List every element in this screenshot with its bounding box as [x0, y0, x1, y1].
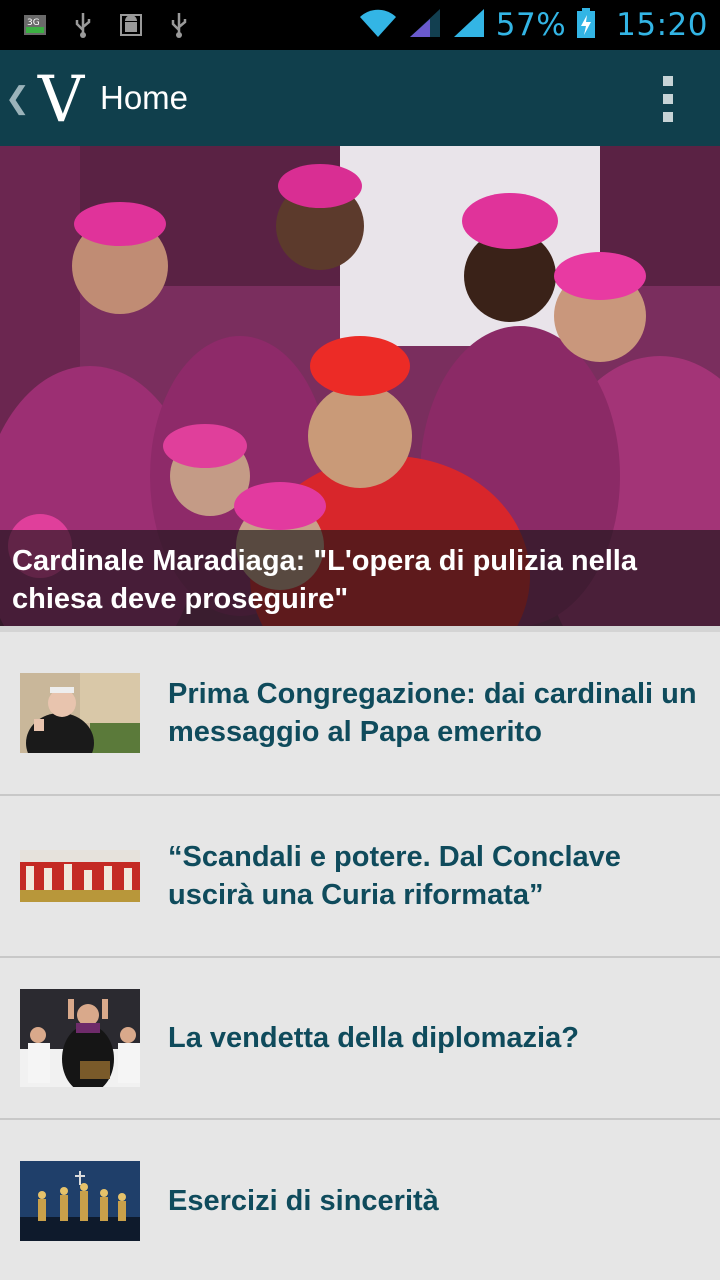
- android-debug-icon: [118, 12, 144, 38]
- article-thumbnail: [20, 850, 140, 902]
- signal-icon: [408, 7, 442, 43]
- usb-icon: [166, 12, 192, 38]
- svg-text:3G: 3G: [27, 18, 40, 28]
- article-title[interactable]: Prima Congregazione: dai cardinali un me…: [168, 675, 720, 751]
- page-title: Home: [100, 79, 189, 116]
- app-logo[interactable]: V: [32, 63, 90, 133]
- logo-letter: V: [37, 65, 86, 131]
- notification-icons: 3G: [22, 12, 192, 38]
- overflow-menu-icon[interactable]: [662, 76, 674, 122]
- battery-percentage: 57%: [495, 7, 567, 43]
- usb-icon: [70, 12, 96, 38]
- article-thumbnail: [20, 1161, 140, 1241]
- featured-article-title[interactable]: Cardinale Maradiaga: "L'opera di pulizia…: [0, 530, 720, 626]
- article-title[interactable]: Esercizi di sincerità: [168, 1182, 459, 1220]
- list-item[interactable]: Prima Congregazione: dai cardinali un me…: [0, 632, 720, 796]
- article-title[interactable]: La vendetta della diplomazia?: [168, 1019, 599, 1057]
- featured-article[interactable]: Cardinale Maradiaga: "L'opera di pulizia…: [0, 146, 720, 626]
- action-bar: ❮ V Home: [0, 50, 720, 146]
- signal-icon: [452, 7, 486, 43]
- battery-charging-icon: [576, 7, 596, 43]
- status-bar: 3G 57% 15:20: [0, 0, 720, 50]
- clock: 15:20: [616, 7, 708, 43]
- chevron-left-icon[interactable]: ❮: [4, 81, 30, 116]
- wifi-icon: [358, 7, 398, 43]
- 3g-data-icon: 3G: [22, 12, 48, 38]
- article-title[interactable]: “Scandali e potere. Dal Conclave uscirà …: [168, 838, 720, 914]
- article-thumbnail: [20, 673, 140, 753]
- article-list: Prima Congregazione: dai cardinali un me…: [0, 632, 720, 1280]
- list-item[interactable]: “Scandali e potere. Dal Conclave uscirà …: [0, 796, 720, 958]
- list-item[interactable]: Esercizi di sincerità: [0, 1120, 720, 1280]
- article-thumbnail: [20, 989, 140, 1087]
- system-indicators: 57% 15:20: [358, 7, 708, 43]
- list-item[interactable]: La vendetta della diplomazia?: [0, 958, 720, 1120]
